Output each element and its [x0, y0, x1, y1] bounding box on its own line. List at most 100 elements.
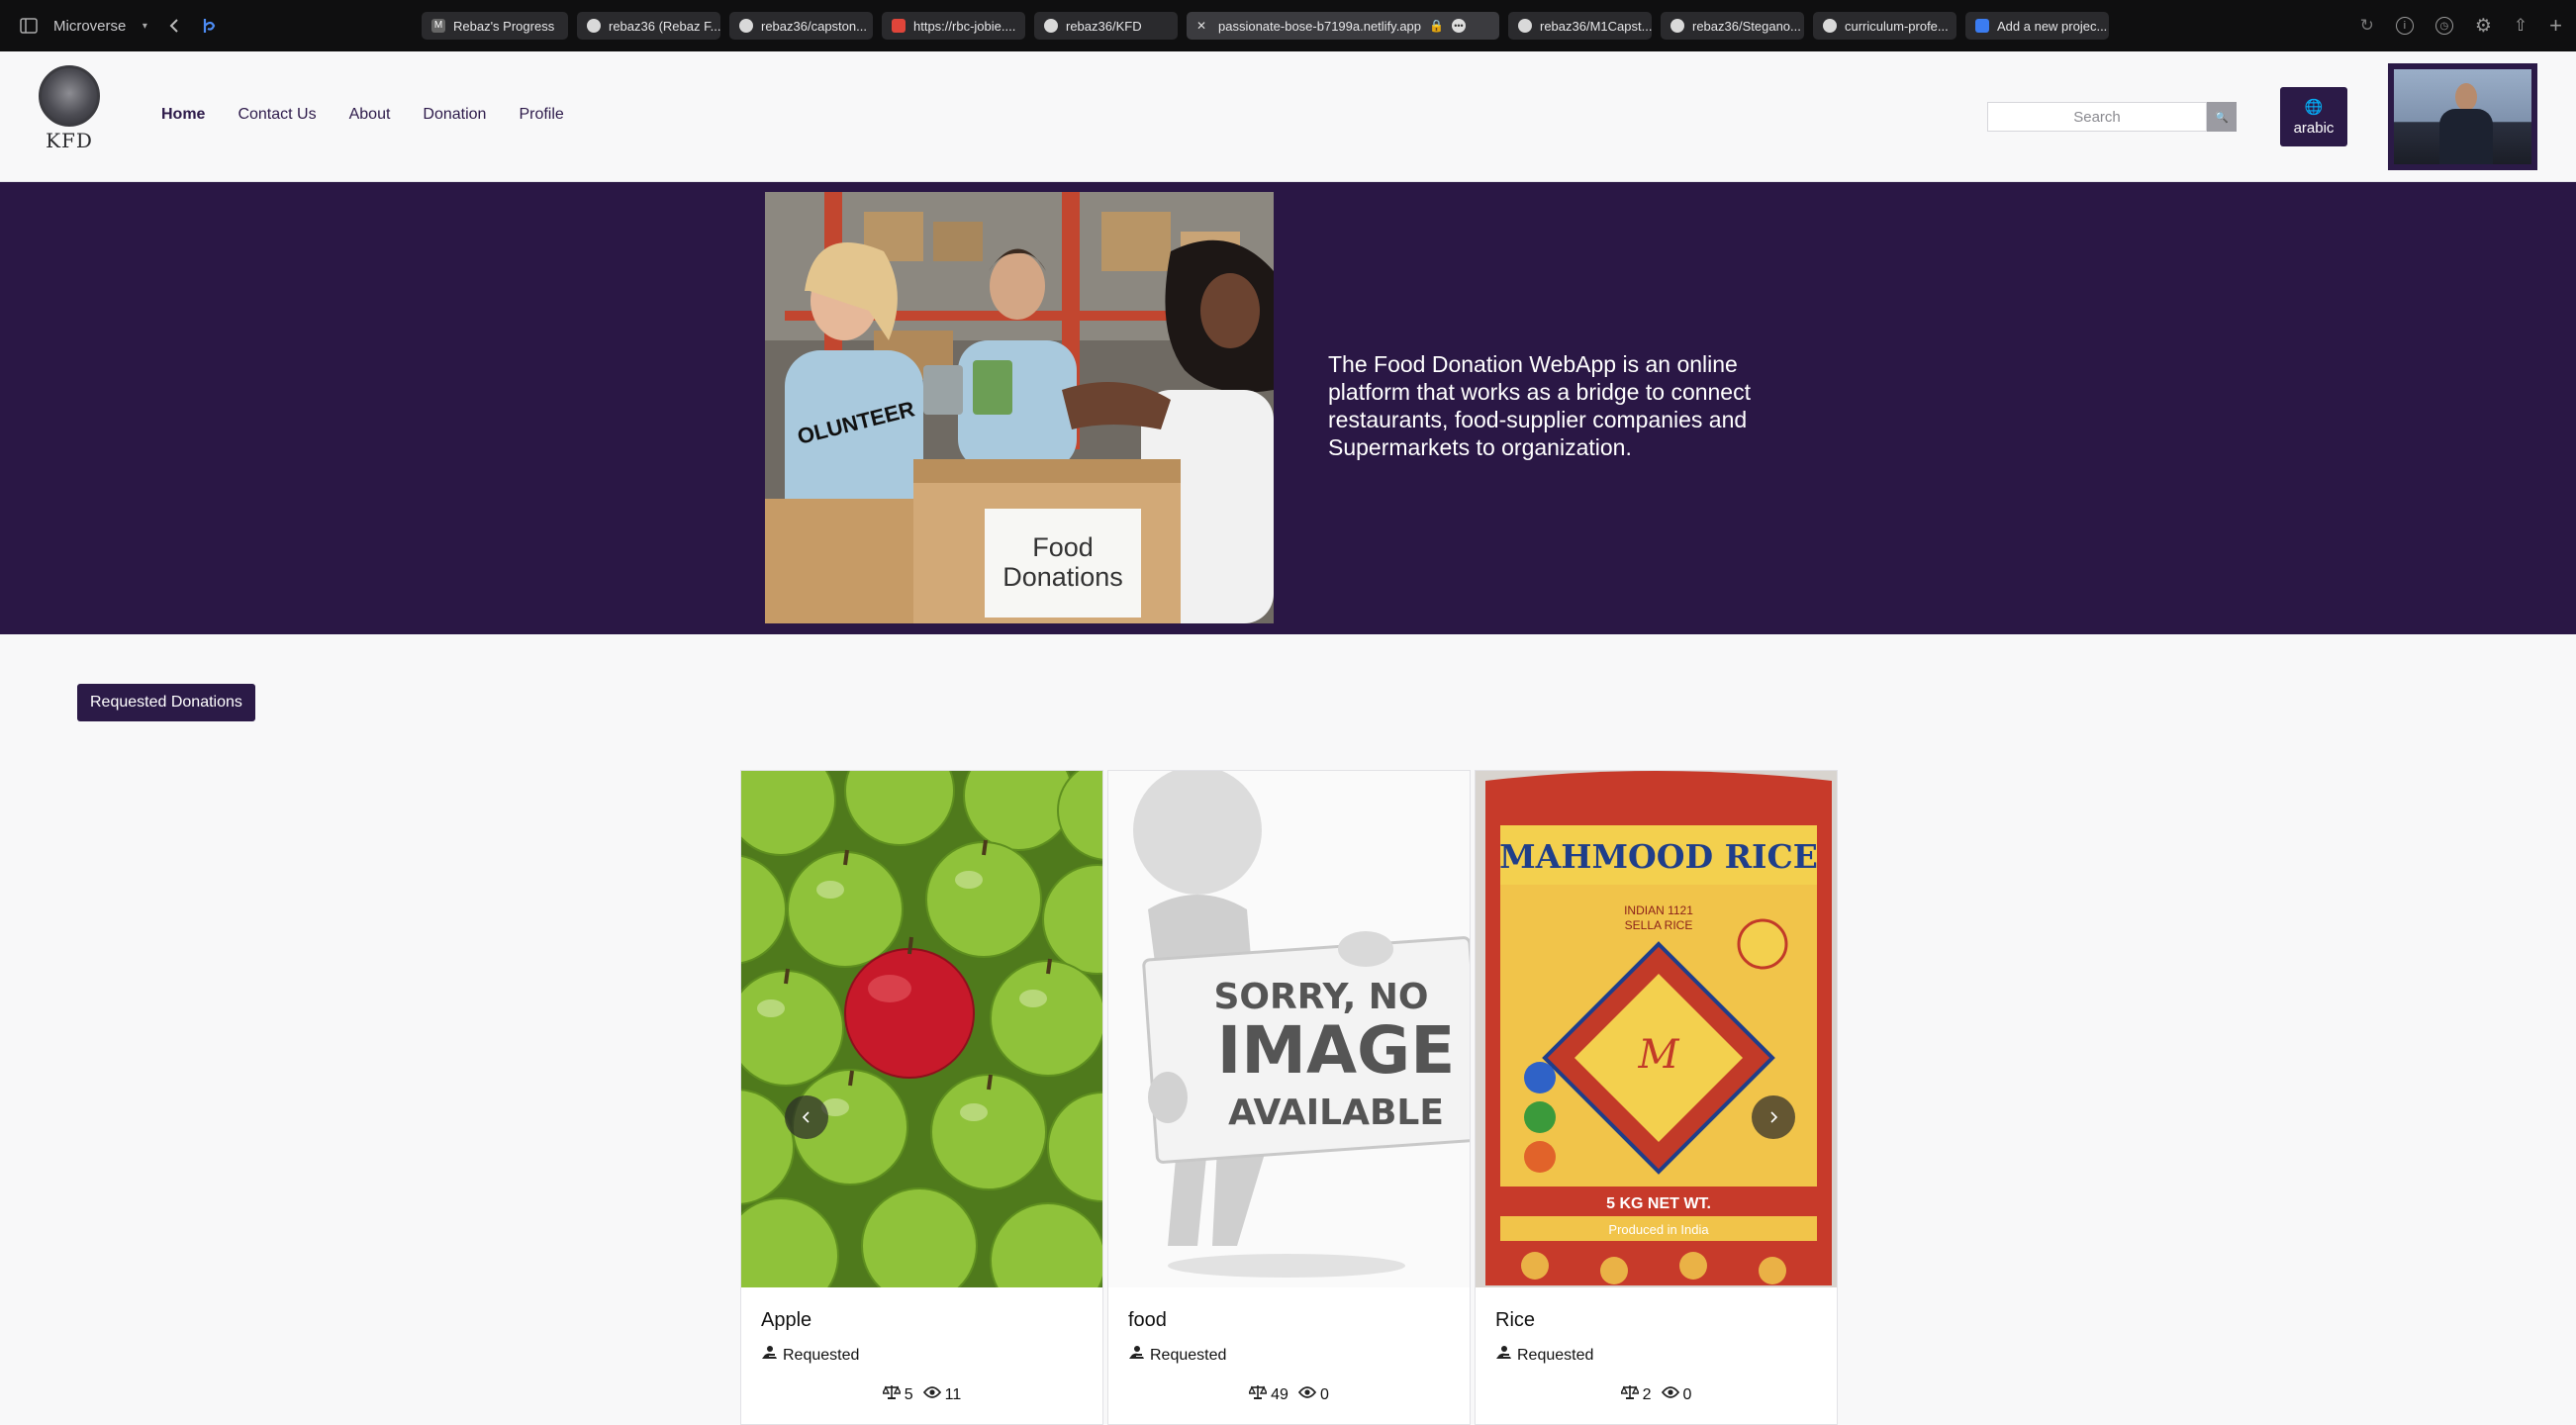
github-icon	[1670, 19, 1684, 33]
browser-tab[interactable]: Add a new projec...	[1965, 12, 2109, 40]
donation-stats: 49 0	[1108, 1384, 1470, 1405]
tab-title: rebaz36 (Rebaz F...	[609, 18, 720, 34]
tab-url: passionate-bose-b7199a.netlify.app	[1218, 18, 1422, 34]
scale-icon	[1248, 1384, 1269, 1405]
globe-icon: 🌐	[2304, 98, 2324, 116]
hand-holding-icon	[1495, 1345, 1511, 1366]
tab-title: Rebaz's Progress	[453, 18, 555, 34]
avatar-body	[2439, 109, 2493, 164]
chevron-right-icon	[1770, 1111, 1778, 1123]
github-icon	[739, 19, 753, 33]
donation-card[interactable]: SORRY, NO IMAGE AVAILABLE food Requested…	[1107, 770, 1471, 1425]
donation-carousel: Apple Requested 5 11 SORRY, NO IMAGE AVA…	[740, 770, 1838, 1425]
tab-title: curriculum-profe...	[1845, 18, 1949, 34]
donation-status: Requested	[1128, 1345, 1226, 1366]
rice-sub-2: SELLA RICE	[1625, 918, 1693, 932]
browser-tab[interactable]: rebaz36/capston...	[729, 12, 873, 40]
tab-favicon-icon	[892, 19, 906, 33]
rice-sub: INDIAN 1121	[1624, 903, 1693, 917]
main-nav: Home Contact Us About Donation Profile	[161, 106, 564, 124]
nav-about[interactable]: About	[349, 106, 391, 124]
gear-icon[interactable]: ⚙	[2475, 15, 2492, 38]
donation-image-apple	[741, 771, 1102, 1287]
reload-icon[interactable]: ↻	[2360, 16, 2374, 36]
views-value: 0	[1319, 1385, 1329, 1403]
extension-icon[interactable]	[199, 15, 221, 37]
sidebar-toggle-icon[interactable]	[18, 15, 40, 37]
hero-banner: OLUNTEER Food Donations The Food Donatio…	[0, 182, 2576, 634]
eye-icon	[1297, 1385, 1317, 1404]
language-button[interactable]: 🌐 arabic	[2280, 87, 2347, 146]
browser-profile-name[interactable]: Microverse	[53, 18, 126, 35]
tab-title: rebaz36/M1Capst...	[1540, 18, 1652, 34]
browser-tab[interactable]: rebaz36/Stegano...	[1661, 12, 1804, 40]
browser-tab[interactable]: curriculum-profe...	[1813, 12, 1956, 40]
search-form: 🔍	[1987, 102, 2237, 132]
tab-strip: M Rebaz's Progress rebaz36 (Rebaz F... re…	[406, 0, 2109, 51]
donation-card[interactable]: MAHMOOD RICE INDIAN 1121 SELLA RICE M 5 …	[1475, 770, 1838, 1425]
donation-stats: 2 0	[1476, 1384, 1837, 1405]
donation-image-rice: MAHMOOD RICE INDIAN 1121 SELLA RICE M 5 …	[1476, 771, 1837, 1287]
tab-title: https://rbc-jobie....	[913, 18, 1016, 34]
tab-title: rebaz36/Stegano...	[1692, 18, 1801, 34]
hero-description: The Food Donation WebApp is an online pl…	[1328, 351, 1751, 460]
nav-contact-us[interactable]: Contact Us	[238, 106, 316, 124]
hero-image: OLUNTEER Food Donations	[765, 192, 1274, 623]
github-icon	[1823, 19, 1837, 33]
rice-logo-mark: M	[1638, 1032, 1680, 1078]
requested-donations-button[interactable]: Requested Donations	[77, 684, 255, 721]
site-logo[interactable]: KFD	[36, 65, 103, 164]
browser-toolbar: Microverse ▾ M Rebaz's Progress rebaz36 (…	[0, 0, 2576, 51]
rice-weight: 5 KG NET WT.	[1606, 1195, 1711, 1212]
history-icon[interactable]: ◷	[2434, 17, 2453, 35]
nav-donation[interactable]: Donation	[423, 106, 486, 124]
github-icon	[1518, 19, 1532, 33]
views-stat: 0	[1297, 1384, 1329, 1405]
more-icon[interactable]: •••	[1451, 19, 1466, 33]
donation-title: food	[1128, 1309, 1167, 1331]
search-button[interactable]: 🔍	[2207, 102, 2237, 132]
donation-card[interactable]: Apple Requested 5 11	[740, 770, 1103, 1425]
github-icon	[587, 19, 601, 33]
browser-tab[interactable]: rebaz36/M1Capst...	[1508, 12, 1652, 40]
donation-status-text: Requested	[1150, 1346, 1227, 1364]
donation-image-placeholder: SORRY, NO IMAGE AVAILABLE	[1108, 771, 1470, 1287]
browser-tab-active[interactable]: ✕ passionate-bose-b7199a.netlify.app 🔒 •…	[1187, 12, 1499, 40]
nav-profile[interactable]: Profile	[519, 106, 563, 124]
lock-icon: 🔒	[1429, 19, 1444, 33]
avatar-head	[2455, 83, 2477, 111]
share-icon[interactable]: ⇧	[2514, 16, 2528, 36]
hand-holding-icon	[761, 1345, 777, 1366]
logo-emblem-icon	[39, 65, 100, 127]
chevron-down-icon[interactable]: ▾	[140, 15, 149, 37]
quantity-value: 5	[904, 1385, 913, 1403]
nav-home[interactable]: Home	[161, 106, 205, 124]
carousel-next-button[interactable]	[1752, 1095, 1795, 1139]
browser-tab[interactable]: rebaz36 (Rebaz F...	[577, 12, 720, 40]
quantity-stat: 49	[1248, 1384, 1288, 1405]
views-value: 11	[944, 1385, 962, 1403]
back-arrow-icon[interactable]	[163, 15, 185, 37]
user-avatar[interactable]	[2388, 63, 2537, 170]
quantity-stat: 5	[881, 1384, 913, 1405]
no-image-line-3: AVAILABLE	[1228, 1092, 1444, 1133]
rice-brand: MAHMOOD RICE	[1499, 837, 1818, 876]
no-image-line-2: IMAGE	[1217, 1012, 1456, 1089]
browser-tab[interactable]: rebaz36/KFD	[1034, 12, 1178, 40]
rice-origin: Produced in India	[1608, 1222, 1709, 1237]
logo-text: KFD	[46, 129, 93, 152]
browser-tab[interactable]: https://rbc-jobie....	[882, 12, 1025, 40]
quantity-stat: 2	[1619, 1384, 1652, 1405]
new-tab-icon[interactable]: +	[2549, 13, 2562, 39]
carousel-prev-button[interactable]	[785, 1095, 828, 1139]
language-label: arabic	[2293, 119, 2335, 137]
info-icon[interactable]: i	[2395, 17, 2414, 35]
donation-title: Apple	[761, 1309, 812, 1331]
avatar-photo	[2394, 69, 2531, 164]
close-tab-icon[interactable]: ✕	[1196, 19, 1210, 33]
browser-tab[interactable]: M Rebaz's Progress	[422, 12, 568, 40]
scale-icon	[881, 1384, 902, 1405]
search-input[interactable]	[1987, 102, 2207, 132]
donation-title: Rice	[1495, 1309, 1536, 1331]
eye-icon	[1661, 1385, 1679, 1404]
